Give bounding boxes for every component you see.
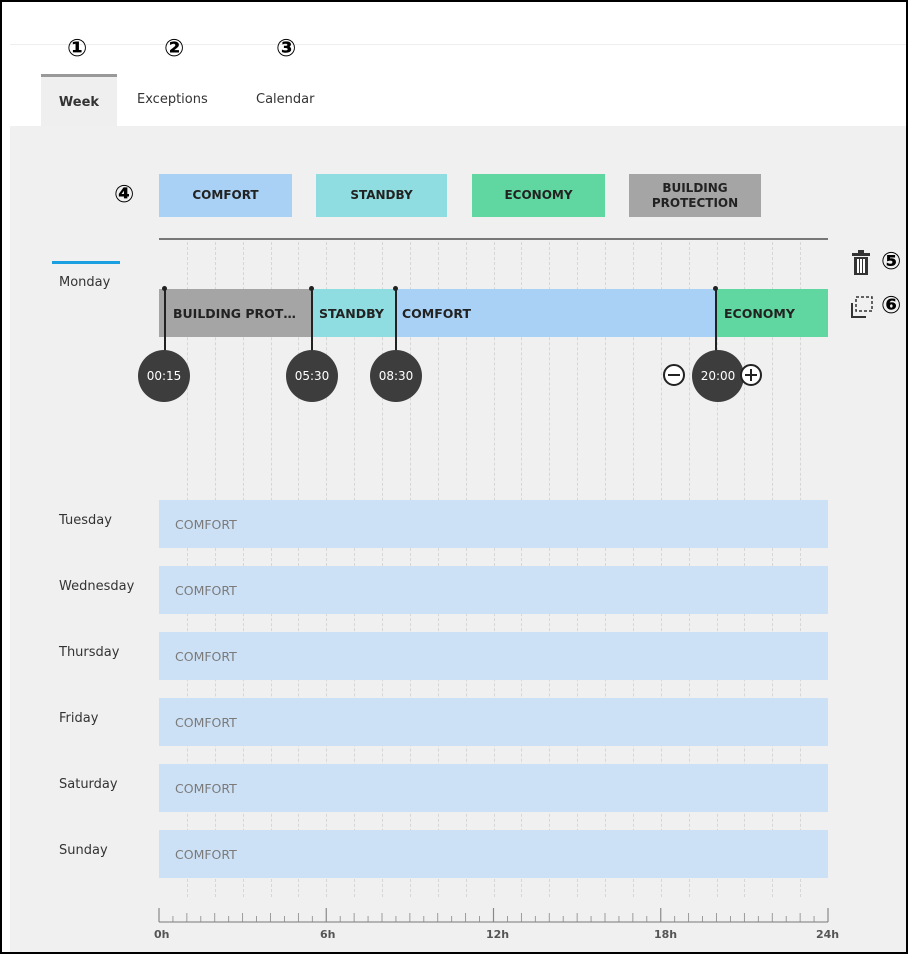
tab-bar: Week Exceptions Calendar: [10, 72, 906, 127]
day-row-saturday[interactable]: COMFORT: [159, 764, 828, 812]
switch-line-0015: [164, 289, 166, 352]
segment-building-protection-label: BUILDING PROT…: [173, 305, 296, 321]
day-label-friday: Friday: [59, 711, 99, 726]
tab-calendar[interactable]: Calendar: [256, 74, 336, 126]
day-row-wednesday-mode: COMFORT: [175, 582, 237, 598]
switch-dot-0830: [393, 286, 398, 291]
switch-time-0530[interactable]: 05:30: [286, 350, 338, 402]
callout-4: ④: [114, 180, 135, 208]
legend-standby-label: STANDBY: [350, 188, 413, 202]
segment-comfort-label: COMFORT: [402, 305, 471, 321]
timeline-axis: [158, 908, 829, 923]
day-row-tuesday[interactable]: COMFORT: [159, 500, 828, 548]
switch-dot-2000: [713, 286, 718, 291]
trash-icon[interactable]: [850, 250, 872, 276]
day-row-wednesday[interactable]: COMFORT: [159, 566, 828, 614]
segment-building-protection[interactable]: BUILDING PROT…: [159, 289, 311, 337]
tab-week[interactable]: Week: [41, 74, 117, 126]
legend-divider: [159, 238, 828, 240]
legend-economy[interactable]: ECONOMY: [472, 174, 605, 217]
day-row-thursday[interactable]: COMFORT: [159, 632, 828, 680]
segment-economy[interactable]: ECONOMY: [716, 289, 828, 337]
callout-3: ③: [276, 34, 297, 62]
day-row-thursday-mode: COMFORT: [175, 648, 237, 664]
day-label-monday: Monday: [59, 275, 111, 290]
copy-icon[interactable]: [848, 294, 876, 320]
switch-line-2000: [715, 289, 717, 352]
switch-time-2000-label: 20:00: [700, 369, 736, 383]
axis-label-0h: 0h: [154, 928, 170, 941]
axis-label-6h: 6h: [320, 928, 336, 941]
legend-comfort-label: COMFORT: [192, 188, 259, 202]
switch-dot-0530: [309, 286, 314, 291]
decrease-time-button[interactable]: [663, 364, 685, 386]
switch-line-0530: [311, 289, 313, 352]
top-strip: [10, 2, 906, 45]
day-row-saturday-mode: COMFORT: [175, 780, 237, 796]
switch-time-2000-selected[interactable]: 20:00: [692, 350, 744, 402]
increase-time-button[interactable]: [740, 364, 762, 386]
day-row-friday[interactable]: COMFORT: [159, 698, 828, 746]
legend-building-protection-label: BUILDING PROTECTION: [651, 180, 739, 210]
day-label-sunday: Sunday: [59, 843, 108, 858]
callout-1: ①: [67, 34, 88, 62]
day-row-sunday[interactable]: COMFORT: [159, 830, 828, 878]
legend-economy-label: ECONOMY: [504, 188, 573, 202]
legend-building-protection[interactable]: BUILDING PROTECTION: [629, 174, 761, 217]
tab-week-label: Week: [58, 95, 100, 110]
day-label-tuesday: Tuesday: [59, 513, 112, 528]
segment-standby[interactable]: STANDBY: [311, 289, 396, 337]
day-row-tuesday-mode: COMFORT: [175, 516, 237, 532]
segment-economy-label: ECONOMY: [724, 305, 795, 321]
switch-time-0830[interactable]: 08:30: [370, 350, 422, 402]
day-label-saturday: Saturday: [59, 777, 118, 792]
segment-comfort[interactable]: COMFORT: [396, 289, 716, 337]
axis-label-12h: 12h: [486, 928, 510, 941]
day-row-friday-mode: COMFORT: [175, 714, 237, 730]
callout-2: ②: [164, 34, 185, 62]
day-label-wednesday: Wednesday: [59, 579, 135, 594]
monday-selected-indicator: [52, 261, 120, 264]
tab-calendar-label: Calendar: [256, 92, 315, 107]
switch-time-0015-label: 00:15: [146, 369, 182, 383]
legend-standby[interactable]: STANDBY: [316, 174, 447, 217]
tab-exceptions[interactable]: Exceptions: [137, 74, 227, 126]
scheduler-window: ① ② ③ Week Exceptions Calendar ④ COMFORT…: [0, 0, 908, 954]
switch-line-0830: [395, 289, 397, 352]
switch-time-0530-label: 05:30: [294, 369, 330, 383]
legend-comfort[interactable]: COMFORT: [159, 174, 292, 217]
day-label-thursday: Thursday: [59, 645, 120, 660]
callout-6: ⑥: [881, 291, 902, 319]
switch-time-0015[interactable]: 00:15: [138, 350, 190, 402]
tab-exceptions-label: Exceptions: [137, 92, 208, 107]
segment-standby-label: STANDBY: [319, 305, 384, 321]
switch-dot-0015: [162, 286, 167, 291]
axis-label-24h: 24h: [816, 928, 840, 941]
axis-label-18h: 18h: [654, 928, 678, 941]
switch-time-0830-label: 08:30: [378, 369, 414, 383]
callout-5: ⑤: [881, 247, 902, 275]
day-row-sunday-mode: COMFORT: [175, 846, 237, 862]
